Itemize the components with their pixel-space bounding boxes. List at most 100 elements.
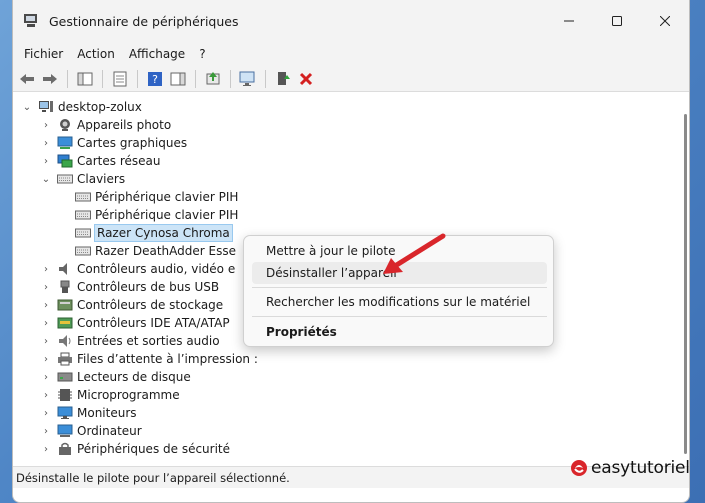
camera-icon xyxy=(60,119,70,131)
tree-item-storage-controllers[interactable]: › Contrôleurs de stockage xyxy=(13,296,258,314)
tree-item-ide-controllers[interactable]: › Contrôleurs IDE ATA/ATAP xyxy=(13,314,258,332)
keyboard-icon xyxy=(75,246,91,256)
tree-item-audio-io[interactable]: › Entrées et sorties audio xyxy=(13,332,258,350)
network-adapter-icon xyxy=(57,154,73,168)
enable-device-icon xyxy=(278,71,290,85)
forward-button[interactable] xyxy=(40,69,60,89)
computer-icon xyxy=(57,424,73,437)
monitor-icon xyxy=(57,406,73,419)
menu-action[interactable]: Action xyxy=(70,42,122,66)
keyboard-device-label: Périphérique clavier PIH xyxy=(95,208,239,222)
chevron-right-icon[interactable]: › xyxy=(40,155,52,167)
action-pane-button[interactable] xyxy=(168,69,188,89)
usb-icon xyxy=(60,280,70,293)
security-icon xyxy=(59,442,71,455)
keyboard-icon xyxy=(57,174,73,184)
back-button[interactable] xyxy=(17,69,37,89)
tree-item-label: Contrôleurs de stockage xyxy=(77,298,224,312)
properties-icon xyxy=(113,71,127,86)
tree-item-label: Appareils photo xyxy=(77,118,172,132)
console-tree-icon xyxy=(77,72,93,85)
watermark: easytutoriel xyxy=(570,458,690,478)
chevron-down-icon[interactable]: ⌄ xyxy=(21,101,33,113)
keyboard-device-selected[interactable]: Razer Cynosa Chroma xyxy=(13,224,258,242)
chevron-right-icon[interactable]: › xyxy=(40,443,52,455)
tree-item-monitors[interactable]: › Moniteurs xyxy=(13,404,258,422)
chevron-right-icon[interactable]: › xyxy=(40,353,52,365)
chevron-right-icon[interactable]: › xyxy=(40,317,52,329)
scan-hardware-toolbar-button[interactable] xyxy=(238,69,258,89)
tree-item-computer[interactable]: › Ordinateur xyxy=(13,422,258,440)
tree-item-camera[interactable]: › Appareils photo xyxy=(13,116,258,134)
title-bar: Gestionnaire de périphériques xyxy=(13,0,689,42)
scan-hardware-icon xyxy=(239,71,255,86)
menu-help[interactable]: ? xyxy=(192,42,212,66)
close-button[interactable] xyxy=(641,0,689,42)
menu-separator xyxy=(252,287,547,288)
display-adapter-icon xyxy=(57,136,73,149)
chevron-right-icon[interactable]: › xyxy=(40,389,52,401)
enable-device-toolbar-button[interactable] xyxy=(273,69,293,89)
tree-item-label: Ordinateur xyxy=(77,424,142,438)
chevron-right-icon[interactable]: › xyxy=(40,335,52,347)
help-icon: ? xyxy=(148,71,162,86)
tree-item-label: Cartes réseau xyxy=(77,154,161,168)
toolbar: ? xyxy=(13,66,689,92)
tree-item-security-devices[interactable]: › Périphériques de sécurité xyxy=(13,440,258,458)
update-driver-toolbar-button[interactable] xyxy=(203,69,223,89)
tree-item-label: Périphériques de sécurité xyxy=(77,442,231,456)
chevron-right-icon[interactable]: › xyxy=(40,281,52,293)
tree-item-keyboards[interactable]: ⌄ Claviers xyxy=(13,170,258,188)
close-icon xyxy=(660,16,670,26)
update-driver-icon xyxy=(206,71,220,84)
tree-item-display-adapters[interactable]: › Cartes graphiques xyxy=(13,134,258,152)
tree-item-label: Cartes graphiques xyxy=(77,136,188,150)
device-manager-window: Gestionnaire de périphériques Fichier Ac… xyxy=(12,0,690,503)
help-toolbar-button[interactable]: ? xyxy=(145,69,165,89)
keyboard-device-2[interactable]: Périphérique clavier PIH xyxy=(13,206,258,224)
firmware-icon xyxy=(58,389,72,401)
tree-root[interactable]: ⌄ desktop-zolux xyxy=(13,98,258,116)
minimize-button[interactable] xyxy=(545,0,593,42)
chevron-right-icon[interactable]: › xyxy=(40,407,52,419)
tree-item-network-adapters[interactable]: › Cartes réseau xyxy=(13,152,258,170)
chevron-right-icon[interactable]: › xyxy=(40,371,52,383)
show-hide-tree-button[interactable] xyxy=(75,69,95,89)
vertical-scrollbar[interactable] xyxy=(684,114,687,454)
uninstall-x-icon xyxy=(299,72,313,85)
menu-scan-hardware-changes[interactable]: Rechercher les modifications sur le maté… xyxy=(252,291,547,313)
chevron-right-icon[interactable]: › xyxy=(40,137,52,149)
chevron-right-icon[interactable]: › xyxy=(40,299,52,311)
tree-item-label: Lecteurs de disque xyxy=(77,370,191,384)
tree-item-label: Files d’attente à l’impression : xyxy=(77,352,258,366)
svg-text:?: ? xyxy=(152,73,158,86)
chevron-right-icon[interactable]: › xyxy=(40,263,52,275)
printer-icon xyxy=(58,352,72,366)
minimize-icon xyxy=(564,20,574,22)
maximize-button[interactable] xyxy=(593,0,641,42)
tree-item-disk-drives[interactable]: › Lecteurs de disque xyxy=(13,368,258,386)
keyboard-device-1[interactable]: Périphérique clavier PIH xyxy=(13,188,258,206)
red-annotation-arrow xyxy=(383,233,446,274)
tree-item-label: Contrôleurs de bus USB xyxy=(77,280,220,294)
chevron-right-icon[interactable]: › xyxy=(40,119,52,131)
tree-item-label: Entrées et sorties audio xyxy=(77,334,220,348)
chevron-right-icon[interactable]: › xyxy=(40,425,52,437)
back-arrow-icon xyxy=(20,73,34,84)
tree-item-usb-controllers[interactable]: › Contrôleurs de bus USB xyxy=(13,278,258,296)
menu-affichage[interactable]: Affichage xyxy=(122,42,192,66)
menu-fichier[interactable]: Fichier xyxy=(17,42,70,66)
tree-item-label: Contrôleurs IDE ATA/ATAP xyxy=(77,316,230,330)
tree-item-print-queues[interactable]: › Files d’attente à l’impression : xyxy=(13,350,258,368)
ide-icon xyxy=(57,317,73,329)
storage-icon xyxy=(57,299,73,311)
tree-item-firmware[interactable]: › Microprogramme xyxy=(13,386,258,404)
menu-bar: Fichier Action Affichage ? xyxy=(13,42,689,66)
properties-toolbar-button[interactable] xyxy=(110,69,130,89)
tree-item-audio-controllers[interactable]: › Contrôleurs audio, vidéo e xyxy=(13,260,258,278)
window-title: Gestionnaire de périphériques xyxy=(49,13,239,29)
menu-properties[interactable]: Propriétés xyxy=(252,321,547,343)
uninstall-device-toolbar-button[interactable] xyxy=(296,69,316,89)
chevron-down-icon[interactable]: ⌄ xyxy=(40,173,52,185)
keyboard-device-4[interactable]: Razer DeathAdder Esse xyxy=(13,242,258,260)
